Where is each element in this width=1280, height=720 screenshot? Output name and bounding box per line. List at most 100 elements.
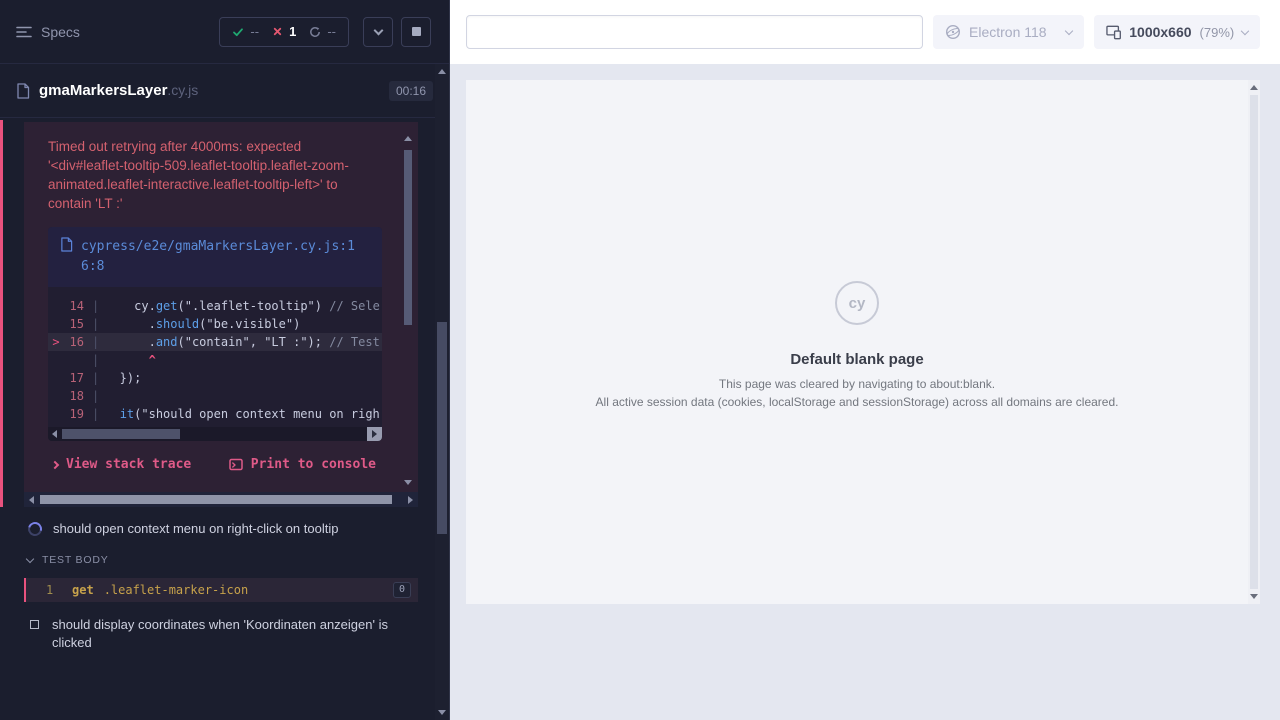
passed-count: -- [250,24,259,39]
test-body-label: TEST BODY [42,554,109,566]
attempt-horizontal-scrollbar[interactable] [24,492,418,507]
error-code-frame: cypress/e2e/gmaMarkersLayer.cy.js:16:8 1… [48,227,382,441]
chevron-down-icon [26,555,34,563]
stat-failed: 1 [272,24,296,39]
blank-page-title: Default blank page [466,351,1248,368]
specs-label: Specs [41,24,80,40]
error-message: Timed out retrying after 4000ms: expecte… [24,122,418,225]
test-title: should open context menu on right-click … [53,521,338,536]
pending-count: -- [327,24,336,39]
command-log-row[interactable]: 1 get .leaflet-marker-icon 0 [24,578,418,602]
duration-badge: 00:16 [389,81,433,101]
error-controls: View stack trace Print to console [24,441,418,492]
fail-x-icon [272,26,283,37]
runner-main: cy Default blank page This page was clea… [450,64,1280,720]
test-body-toggle[interactable]: TEST BODY [0,544,449,574]
failed-count: 1 [289,24,296,39]
code-line: | ^ [48,351,382,369]
test-row-running[interactable]: should open context menu on right-click … [0,507,449,544]
runner-header: Electron 118 1000x660 (79%) [450,0,1280,64]
scroll-up-icon[interactable] [1250,85,1258,90]
code-line: 14| cy.get(".leaflet-tooltip") // Sele [48,297,382,315]
scrollbar-thumb[interactable] [1250,95,1258,589]
runner-panel: Electron 118 1000x660 (79%) cy Def [450,0,1280,720]
scroll-right-icon [372,430,377,438]
spec-header: gmaMarkersLayer.cy.js 00:16 [0,64,449,118]
view-stack-trace-button[interactable]: View stack trace [52,457,191,472]
chevron-down-icon [1241,26,1249,34]
error-file-link[interactable]: cypress/e2e/gmaMarkersLayer.cy.js:16:8 [81,237,355,277]
scroll-up-icon[interactable] [438,69,446,74]
command-number: 1 [26,583,62,597]
cypress-logo-text: cy [849,295,866,312]
failed-attempt-region: Timed out retrying after 4000ms: expecte… [24,122,418,507]
running-spinner-icon [25,519,44,538]
scrollbar-thumb[interactable] [40,495,392,504]
scroll-left-icon[interactable] [29,496,34,504]
reporter-panel: Specs -- 1 [0,0,450,720]
chevron-right-icon [51,460,59,468]
print-to-console-label: Print to console [251,457,376,472]
code-line: 19| it("should open context menu on righ [48,405,382,423]
attempt-vertical-scrollbar[interactable] [402,134,415,487]
spec-extension: .cy.js [167,82,198,98]
blank-page-message: cy Default blank page This page was clea… [466,281,1248,409]
test-title: should display coordinates when 'Koordin… [52,616,398,652]
command-count-badge: 0 [393,582,411,598]
specs-list-icon [16,25,32,39]
viewport-icon [1106,25,1121,40]
chevron-down-icon [373,25,383,35]
viewport-selector[interactable]: 1000x660 (79%) [1094,15,1260,49]
scroll-right-button[interactable] [367,427,382,441]
stop-icon [412,27,421,36]
cypress-logo: cy [835,281,879,325]
browser-label: Electron 118 [969,24,1047,40]
specs-menu-button[interactable]: Specs [16,24,80,40]
stop-run-button[interactable] [401,17,431,47]
scroll-down-icon[interactable] [1250,594,1258,599]
code-lines: 14| cy.get(".leaflet-tooltip") // Sele15… [48,287,382,427]
run-stats: -- 1 -- [219,17,349,47]
command-message: .leaflet-marker-icon [104,583,249,597]
aut-iframe: cy Default blank page This page was clea… [466,80,1260,604]
code-line: 17| }); [48,369,382,387]
blank-page-line1: This page was cleared by navigating to a… [466,377,1248,391]
spec-name: gmaMarkersLayer [39,82,167,99]
code-line: 15| .should("be.visible") [48,315,382,333]
browser-selector[interactable]: Electron 118 [933,15,1084,49]
viewport-zoom: (79%) [1200,25,1235,40]
reporter-controls: Specs -- 1 [0,0,449,64]
command-name: get [72,583,94,597]
chevron-down-icon [1065,26,1073,34]
scroll-down-icon[interactable] [438,710,446,715]
spec-file-icon [16,83,30,99]
viewport-size: 1000x660 [1129,24,1191,40]
print-to-console-button[interactable]: Print to console [229,457,376,472]
scrollbar-thumb[interactable] [404,150,412,325]
reporter-vertical-scrollbar[interactable] [435,64,449,720]
aut-vertical-scrollbar[interactable] [1248,80,1260,604]
code-file-icon [60,237,73,252]
view-stack-trace-label: View stack trace [66,457,191,472]
scroll-down-icon[interactable] [404,480,412,485]
url-input[interactable] [466,15,923,49]
electron-icon [945,24,961,40]
code-line: 18| [48,387,382,405]
console-icon [229,458,243,471]
restart-icon [309,26,321,38]
check-icon [232,26,244,38]
code-line: >16| .and("contain", "LT :"); // Test [48,333,382,351]
scroll-left-icon[interactable] [52,430,57,438]
cypress-app: Specs -- 1 [0,0,1280,720]
scrollbar-thumb[interactable] [62,429,180,439]
scroll-up-icon[interactable] [404,136,412,141]
reporter-content: Timed out retrying after 4000ms: expecte… [0,118,449,720]
scrollbar-thumb[interactable] [437,322,447,534]
scroll-right-icon[interactable] [408,496,413,504]
pending-square-icon [30,620,39,629]
stat-passed: -- [232,24,259,39]
blank-page-line2: All active session data (cookies, localS… [466,395,1248,409]
test-row-pending[interactable]: should display coordinates when 'Koordin… [0,602,449,662]
collapse-reporter-button[interactable] [363,17,393,47]
code-horizontal-scrollbar[interactable] [48,427,382,441]
